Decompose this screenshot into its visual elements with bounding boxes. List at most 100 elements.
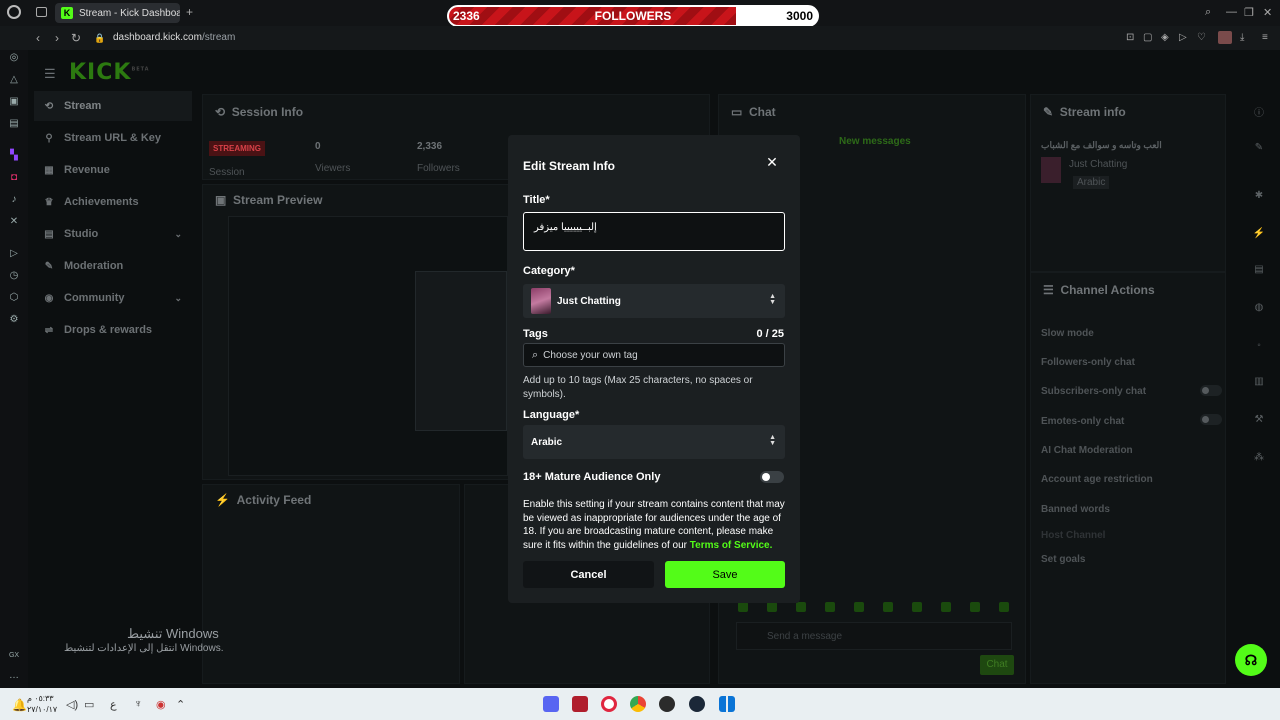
sidebar-item-moderation[interactable]: ✎ Moderation	[34, 251, 192, 281]
support-chat-icon[interactable]: ☊	[1235, 644, 1267, 676]
emote-icon[interactable]	[912, 602, 922, 612]
emote-icon[interactable]	[941, 602, 951, 612]
emote-icon[interactable]	[854, 602, 864, 612]
gx-icon[interactable]: GX	[8, 650, 20, 662]
emotes-only-toggle[interactable]	[1200, 414, 1222, 425]
taskbar-clock[interactable]: ٠٥:٣٣ م ٢٧/١٠/١٧	[27, 693, 57, 715]
ai-icon[interactable]: △	[8, 74, 20, 86]
cancel-button[interactable]: Cancel	[523, 561, 654, 588]
action-emotes-only[interactable]: Emotes-only chat	[1041, 416, 1124, 427]
mature-toggle[interactable]	[760, 471, 784, 483]
subscribers-only-toggle[interactable]	[1200, 385, 1222, 396]
bolt-icon[interactable]: ⚡	[1252, 228, 1266, 242]
twitch-icon[interactable]: ▚	[8, 150, 20, 162]
action-subscribers-only[interactable]: Subscribers-only chat	[1041, 386, 1146, 397]
kick-logo[interactable]: KICKBETA	[69, 60, 150, 85]
more-icon[interactable]: …	[8, 670, 20, 682]
wrench-icon[interactable]: ⚒	[1252, 414, 1266, 428]
extensions-icon[interactable]: ⬡	[8, 292, 20, 304]
windows-start-icon[interactable]	[719, 696, 735, 712]
info-icon[interactable]: ⓘ	[1252, 104, 1266, 119]
title-input[interactable]: إلبــييييييا ميزفر	[523, 212, 785, 251]
category-select[interactable]: Just Chatting ▲ ▼	[523, 284, 785, 318]
restore-icon[interactable]: ❐	[1244, 6, 1254, 19]
back-icon[interactable]: ‹	[36, 31, 40, 45]
steam-icon[interactable]	[689, 696, 705, 712]
sidebar-item-community[interactable]: ◉ Community ⌄	[34, 283, 192, 313]
action-followers-only[interactable]: Followers-only chat	[1041, 357, 1135, 368]
network-icon[interactable]: ▭	[84, 698, 94, 711]
discord-icon[interactable]	[543, 696, 559, 712]
address-input[interactable]: dashboard.kick.com/stream	[113, 32, 235, 43]
tags-input[interactable]: ⌕ Choose your own tag	[523, 343, 785, 367]
snapshot-icon[interactable]: ▢	[1143, 32, 1152, 43]
action-ai-moderation[interactable]: AI Chat Moderation	[1041, 445, 1133, 456]
camera-icon[interactable]: ◉	[156, 698, 166, 711]
sidebar-item-studio[interactable]: ▤ Studio ⌄	[34, 219, 192, 249]
microphone-icon[interactable]: ♆	[134, 698, 142, 710]
chat-send-button[interactable]: Chat	[980, 655, 1014, 675]
forward-icon[interactable]: ›	[55, 31, 59, 45]
acrobat-icon[interactable]	[572, 696, 588, 712]
emote-icon[interactable]	[825, 602, 835, 612]
emote-icon[interactable]	[999, 602, 1009, 612]
sidebar-item-revenue[interactable]: ▦ Revenue	[34, 155, 192, 185]
save-button[interactable]: Save	[665, 561, 785, 588]
opera-gx-taskbar-icon[interactable]	[601, 696, 617, 712]
history-icon[interactable]: ◷	[8, 270, 20, 282]
settings-icon[interactable]: ⚙	[8, 314, 20, 326]
action-set-goals[interactable]: Set goals	[1041, 554, 1085, 565]
new-tab-icon[interactable]: +	[186, 5, 193, 19]
search-icon[interactable]: ⌕	[1205, 6, 1211, 19]
layout-icon[interactable]: ▥	[1252, 376, 1266, 390]
hamburger-icon[interactable]: ☰	[44, 66, 56, 82]
volume-icon[interactable]: ◁)	[66, 698, 78, 711]
sidebar-item-stream-url-key[interactable]: ⚲ Stream URL & Key	[34, 123, 192, 153]
x-icon[interactable]: ✕	[8, 216, 20, 228]
profile-avatar[interactable]	[1218, 31, 1232, 44]
language-select[interactable]: Arabic ▲ ▼	[523, 425, 785, 459]
bookmark-icon[interactable]: ⊡	[1126, 32, 1134, 43]
language-indicator[interactable]: ع	[110, 698, 117, 711]
shield-icon[interactable]: ◈	[1161, 32, 1169, 43]
edit-icon[interactable]: ✎	[1252, 142, 1266, 156]
action-host-channel[interactable]: Host Channel	[1041, 530, 1105, 541]
player-icon[interactable]: ▷	[8, 248, 20, 260]
close-icon[interactable]: ✕	[765, 155, 779, 169]
emote-icon[interactable]	[883, 602, 893, 612]
menu-icon[interactable]: ≡	[1262, 32, 1268, 43]
action-banned-words[interactable]: Banned words	[1041, 504, 1110, 515]
action-slow-mode[interactable]: Slow mode	[1041, 328, 1094, 339]
emote-icon[interactable]	[970, 602, 980, 612]
document-icon[interactable]: ▤	[1252, 264, 1266, 278]
terms-of-service-link[interactable]: Terms of Service.	[690, 540, 773, 551]
chat-input[interactable]: Send a message	[736, 622, 1012, 650]
sidebar-item-achievements[interactable]: ♛ Achievements	[34, 187, 192, 217]
share-icon[interactable]: ⁂	[1252, 452, 1266, 466]
heart-icon[interactable]: ♡	[1197, 32, 1206, 43]
emote-icon[interactable]	[796, 602, 806, 612]
minimize-icon[interactable]: —	[1226, 6, 1237, 18]
download-icon[interactable]: ⤓	[1240, 32, 1244, 43]
opera-menu-icon[interactable]	[7, 5, 21, 19]
instagram-icon[interactable]: ◘	[8, 172, 20, 184]
action-account-age[interactable]: Account age restriction	[1041, 474, 1153, 485]
browser-tab[interactable]: K Stream - Kick Dashboard	[55, 3, 180, 23]
tool-icon[interactable]: ✱	[1252, 190, 1266, 204]
stream-preview-video[interactable]	[228, 216, 508, 476]
close-window-icon[interactable]: ✕	[1263, 6, 1272, 19]
messenger-icon[interactable]: ▤	[8, 118, 20, 130]
play-icon[interactable]: ▷	[1179, 32, 1187, 43]
sidebar-item-stream[interactable]: ⟲ Stream	[34, 91, 192, 121]
reload-icon[interactable]: ↻	[71, 31, 81, 45]
tray-expand-icon[interactable]: ⌃	[176, 698, 185, 711]
chrome-icon[interactable]	[630, 696, 646, 712]
tiktok-icon[interactable]: ♪	[8, 194, 20, 206]
emote-icon[interactable]	[738, 602, 748, 612]
emote-icon[interactable]	[767, 602, 777, 612]
chat-bubble-icon[interactable]: ◍	[1252, 302, 1266, 316]
gallery-icon[interactable]: ▣	[8, 96, 20, 108]
speed-dial-icon[interactable]: ◎	[8, 52, 20, 64]
notification-bell-icon[interactable]: 🔔	[12, 698, 27, 712]
obs-icon[interactable]	[659, 696, 675, 712]
